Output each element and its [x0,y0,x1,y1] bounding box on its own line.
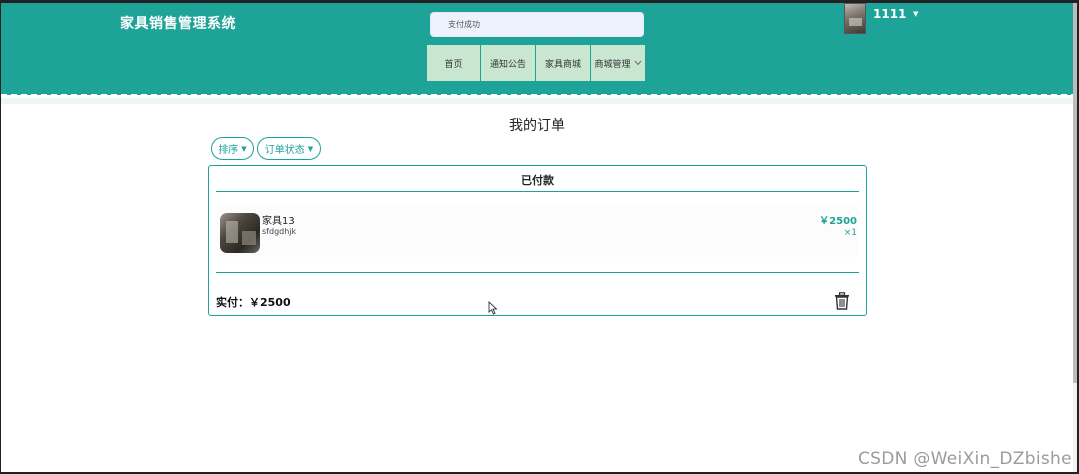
order-status-dropdown-button[interactable]: 订单状态 ▼ [257,137,321,160]
order-item-row[interactable] [216,205,859,257]
site-title: 家具销售管理系统 [120,16,236,32]
nav-item-notices[interactable]: 通知公告 [481,45,536,81]
scrollbar-thumb[interactable] [1073,3,1077,383]
scrollbar[interactable] [1073,3,1077,472]
avatar[interactable] [844,3,866,34]
page-title: 我的订单 [509,118,565,134]
divider [216,191,859,192]
username[interactable]: 1111 [873,7,906,21]
sort-dropdown-button[interactable]: 排序 ▼ [211,137,254,160]
product-thumbnail[interactable] [220,213,260,253]
divider [216,272,859,273]
order-status: 已付款 [521,174,554,187]
sort-label: 排序 [218,145,239,156]
toast-message: 支付成功 [448,20,480,29]
product-name[interactable]: 家具13 [262,212,295,227]
nav-item-mall-management[interactable]: 商城管理 [591,45,645,81]
paid-amount: ￥2500 [249,296,291,309]
nav-item-furniture-mall[interactable]: 家具商城 [536,45,591,81]
nav-item-home[interactable]: 首页 [427,45,481,81]
product-description: sfdgdhjk [262,227,297,236]
product-price: ￥2500 [819,216,857,227]
main-nav: 首页 通知公告 家具商城 商城管理 [427,45,645,81]
product-quantity: ×1 [843,228,857,238]
paid-label: 实付： [216,296,249,309]
header-subbar [1,98,1077,104]
paid-total: 实付：￥2500 [216,294,291,310]
nav-item-label: 商城管理 [594,59,631,70]
top-header: 家具销售管理系统 支付成功 首页 通知公告 家具商城 商城管理 1111 ▼ [1,3,1077,95]
chevron-down-icon [634,59,642,68]
watermark: CSDN @WeiXin_DZbishe [858,449,1072,469]
mouse-cursor-icon [488,300,498,315]
caret-down-icon[interactable]: ▼ [913,10,918,18]
trash-icon[interactable] [834,292,850,310]
success-toast: 支付成功 [430,12,644,37]
order-status-label: 订单状态 [264,145,305,156]
caret-down-icon: ▼ [307,144,314,153]
caret-down-icon: ▼ [241,144,247,153]
browser-viewport: 家具销售管理系统 支付成功 首页 通知公告 家具商城 商城管理 1111 ▼ 我… [0,0,1079,474]
order-card: 已付款 家具13 sfdgdhjk ￥2500 ×1 实付：￥2500 [208,165,867,316]
